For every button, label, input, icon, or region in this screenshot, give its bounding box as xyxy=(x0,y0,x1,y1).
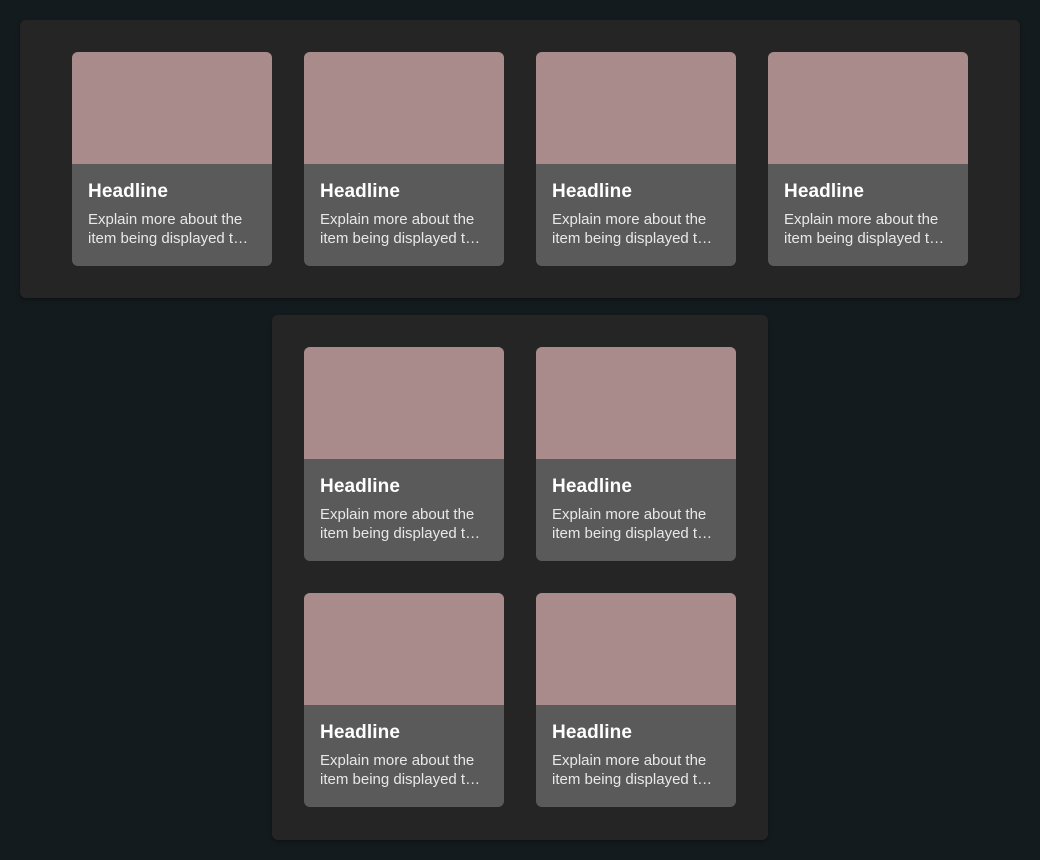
card-description: Explain more about the item being displa… xyxy=(88,211,243,247)
card-image-placeholder xyxy=(304,593,504,705)
card-image-placeholder xyxy=(304,347,504,459)
card[interactable]: Headline Explain more about the item bei… xyxy=(536,52,736,266)
card[interactable]: Headline Explain more about the item bei… xyxy=(536,593,736,807)
card-image-placeholder xyxy=(304,52,504,164)
card[interactable]: Headline Explain more about the item bei… xyxy=(768,52,968,266)
card-headline: Headline xyxy=(552,722,632,743)
card-description: Explain more about the item being displa… xyxy=(552,752,707,788)
card-grid-panel: Headline Explain more about the item bei… xyxy=(272,315,768,840)
card-image-placeholder xyxy=(536,52,736,164)
card-headline: Headline xyxy=(552,181,632,202)
card-description: Explain more about the item being displa… xyxy=(552,506,707,542)
card[interactable]: Headline Explain more about the item bei… xyxy=(304,347,504,561)
card-description: Explain more about the item being displa… xyxy=(320,752,475,788)
card-description: Explain more about the item being displa… xyxy=(320,506,475,542)
card-headline: Headline xyxy=(88,181,168,202)
card-headline: Headline xyxy=(784,181,864,202)
card-image-placeholder xyxy=(72,52,272,164)
card-headline: Headline xyxy=(320,722,400,743)
card-image-placeholder xyxy=(768,52,968,164)
card[interactable]: Headline Explain more about the item bei… xyxy=(304,593,504,807)
card-image-placeholder xyxy=(536,347,736,459)
card-row-panel: Headline Explain more about the item bei… xyxy=(20,20,1020,298)
card-description: Explain more about the item being displa… xyxy=(552,211,707,247)
card[interactable]: Headline Explain more about the item bei… xyxy=(72,52,272,266)
card-description: Explain more about the item being displa… xyxy=(784,211,939,247)
card-description: Explain more about the item being displa… xyxy=(320,211,475,247)
card-headline: Headline xyxy=(552,476,632,497)
card-headline: Headline xyxy=(320,181,400,202)
card-image-placeholder xyxy=(536,593,736,705)
card[interactable]: Headline Explain more about the item bei… xyxy=(536,347,736,561)
card-headline: Headline xyxy=(320,476,400,497)
card[interactable]: Headline Explain more about the item bei… xyxy=(304,52,504,266)
